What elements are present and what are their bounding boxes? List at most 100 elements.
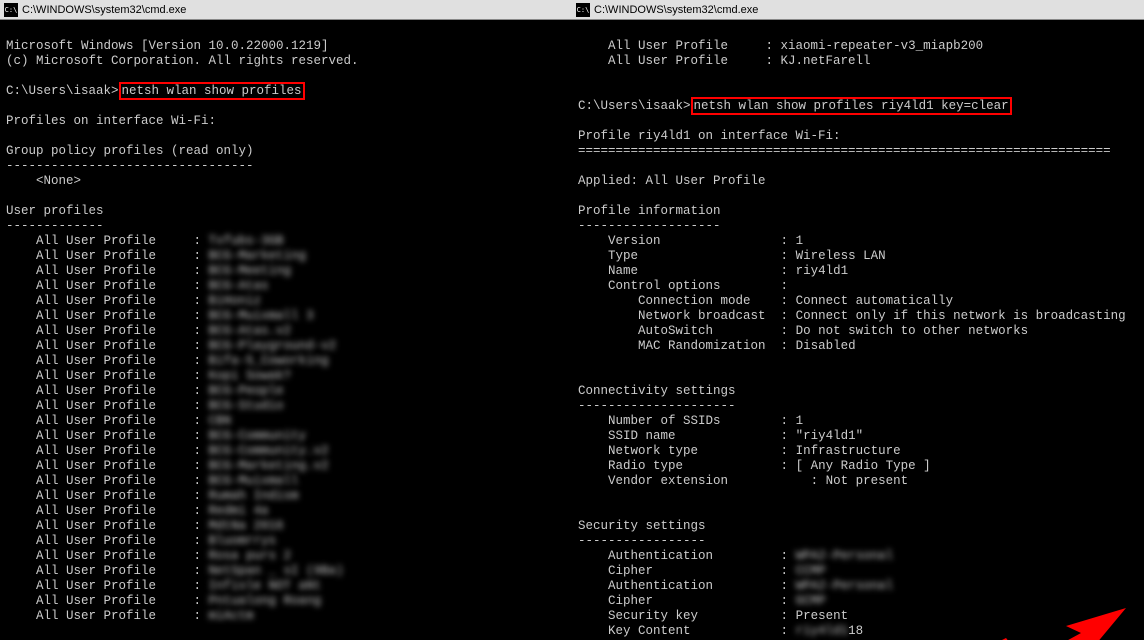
kv-value: 1 bbox=[796, 234, 804, 248]
kv-sep: : bbox=[781, 324, 796, 338]
kv-key: Radio type bbox=[578, 459, 781, 473]
profile-row: All User Profile : Infisle NOT aNt bbox=[6, 579, 566, 594]
kv-sep: : bbox=[781, 594, 796, 608]
kv-sep: : bbox=[781, 549, 796, 563]
win-version: Microsoft Windows [Version 10.0.22000.12… bbox=[6, 39, 329, 53]
profile-label: All User Profile : bbox=[6, 489, 209, 503]
kv-value-suffix: 18 bbox=[848, 624, 863, 638]
profile-row: All User Profile : Pntualong Roang bbox=[6, 594, 566, 609]
dash-line: --------------------------------- bbox=[6, 159, 254, 173]
kv-sep: : bbox=[781, 264, 796, 278]
kv-sep: : bbox=[781, 564, 796, 578]
kv-key: Version bbox=[578, 234, 781, 248]
section-header: Connectivity settings bbox=[578, 384, 736, 398]
profile-row: All User Profile : BCG-Marketing.v2 bbox=[6, 459, 566, 474]
command-highlight-right: netsh wlan show profiles riy4ld1 key=cle… bbox=[691, 97, 1012, 115]
profile-value: BCG-Studio bbox=[209, 399, 284, 414]
profile-value: BCG-Playground-v2 bbox=[209, 339, 337, 354]
terminal-right[interactable]: All User Profile : xiaomi-repeater-v3_mi… bbox=[572, 20, 1144, 640]
profile-value: xiaomi-repeater-v3_miapb200 bbox=[781, 39, 984, 53]
kv-sep: : bbox=[781, 414, 796, 428]
profile-row: All User Profile : Bifa-5_Coworking bbox=[6, 354, 566, 369]
profile-label: All User Profile : bbox=[6, 309, 209, 323]
kv-row: Control options : bbox=[578, 279, 1138, 294]
profile-value: KJ.netFarell bbox=[781, 54, 871, 68]
kv-value: [ Any Radio Type ] bbox=[796, 459, 931, 473]
profile-row: All User Profile : CBN bbox=[6, 414, 566, 429]
profile-value: NetSpan _ sI (9Ba) bbox=[209, 564, 344, 579]
command-highlight-left: netsh wlan show profiles bbox=[119, 82, 305, 100]
profile-row: All User Profile : Txfubs-3GB bbox=[6, 234, 566, 249]
dash-line: ------------------- bbox=[578, 219, 721, 233]
cmd-window-right: C:\ C:\WINDOWS\system32\cmd.exe All User… bbox=[572, 0, 1144, 640]
profile-value: Rumah Indism bbox=[209, 489, 299, 504]
profile-label: All User Profile : bbox=[6, 444, 209, 458]
profile-label: All User Profile : bbox=[6, 249, 209, 263]
prompt: C:\Users\isaak> bbox=[578, 99, 691, 113]
profile-label: All User Profile : bbox=[6, 339, 209, 353]
titlebar-left[interactable]: C:\ C:\WINDOWS\system32\cmd.exe bbox=[0, 0, 572, 20]
applied-line: Applied: All User Profile bbox=[578, 174, 766, 188]
profile-value: Infisle NOT aNt bbox=[209, 579, 322, 594]
profile-row: All User Profile : BCG-Community bbox=[6, 429, 566, 444]
kv-row: Version : 1 bbox=[578, 234, 1138, 249]
profile-row: All User Profile : BCG-Muixmall 3 bbox=[6, 309, 566, 324]
dash-line: ------------- bbox=[6, 219, 104, 233]
kv-row: Network type : Infrastructure bbox=[578, 444, 1138, 459]
kv-key: SSID name bbox=[578, 429, 781, 443]
profile-row: All User Profile : BCG-Muixmall bbox=[6, 474, 566, 489]
profile-value: BCG-Community.v2 bbox=[209, 444, 329, 459]
profile-label: All User Profile : bbox=[6, 294, 209, 308]
kv-row: Type : Wireless LAN bbox=[578, 249, 1138, 264]
kv-row: Radio type : [ Any Radio Type ] bbox=[578, 459, 1138, 474]
kv-row: Name : riy4ld1 bbox=[578, 264, 1138, 279]
kv-value: Infrastructure bbox=[796, 444, 901, 458]
profile-label: All User Profile : bbox=[6, 534, 209, 548]
cmd-window-left: C:\ C:\WINDOWS\system32\cmd.exe Microsof… bbox=[0, 0, 572, 640]
kv-key: Network broadcast bbox=[578, 309, 781, 323]
profile-row: All User Profile : NetSpan _ sI (9Ba) bbox=[6, 564, 566, 579]
kv-sep: : bbox=[781, 339, 796, 353]
kv-row: Number of SSIDs : 1 bbox=[578, 414, 1138, 429]
profile-row: All User Profile : miActm bbox=[6, 609, 566, 624]
profile-list: All User Profile : Txfubs-3GB All User P… bbox=[6, 234, 566, 624]
kv-row: Security key : Present bbox=[578, 609, 1138, 624]
profile-value: BCG-Marketing.v2 bbox=[209, 459, 329, 474]
profile-label: All User Profile : bbox=[6, 579, 209, 593]
profile-row: All User Profile : Rumah Indism bbox=[6, 489, 566, 504]
kv-value: WPA2-Personal bbox=[796, 549, 894, 564]
kv-row: SSID name : "riy4ld1" bbox=[578, 429, 1138, 444]
profile-label: All User Profile : bbox=[6, 459, 209, 473]
kv-value: WPA2-Personal bbox=[796, 579, 894, 594]
kv-sep: : bbox=[781, 459, 796, 473]
kv-key: Authentication bbox=[578, 579, 781, 593]
profile-label: All User Profile : bbox=[6, 474, 209, 488]
profile-value: miActm bbox=[209, 609, 254, 624]
kv-key: Authentication bbox=[578, 549, 781, 563]
profile-row: All User Profile : BCG-Meeting bbox=[6, 264, 566, 279]
titlebar-right[interactable]: C:\ C:\WINDOWS\system32\cmd.exe bbox=[572, 0, 1144, 20]
profile-label: All User Profile : bbox=[6, 519, 209, 533]
terminal-left[interactable]: Microsoft Windows [Version 10.0.22000.12… bbox=[0, 20, 572, 640]
profile-label: All User Profile : bbox=[6, 324, 209, 338]
kv-sep: : bbox=[781, 429, 796, 443]
kv-key: Network type bbox=[578, 444, 781, 458]
copyright: (c) Microsoft Corporation. All rights re… bbox=[6, 54, 359, 68]
profile-row: All User Profile : BCG-People bbox=[6, 384, 566, 399]
profile-value: Bluomrrys bbox=[209, 534, 277, 549]
kv-row: Cipher : GCMP bbox=[578, 594, 1138, 609]
profile-value: CBN bbox=[209, 414, 232, 429]
cmd-icon: C:\ bbox=[4, 3, 18, 17]
connectivity-block: Number of SSIDs : 1 SSID name : "riy4ld1… bbox=[578, 414, 1138, 489]
group-policy-header: Group policy profiles (read only) bbox=[6, 144, 254, 158]
profile-value: BCG-Atas bbox=[209, 279, 269, 294]
kv-value: riy4ld1 bbox=[796, 624, 849, 639]
profile-value: Txfubs-3GB bbox=[209, 234, 284, 249]
kv-sep: : bbox=[781, 309, 796, 323]
profile-value: BCG-Marketing bbox=[209, 249, 307, 264]
cmd-icon: C:\ bbox=[576, 3, 590, 17]
command-text: netsh wlan show profiles bbox=[122, 84, 302, 98]
profile-value: BCG-People bbox=[209, 384, 284, 399]
titlebar-text-left: C:\WINDOWS\system32\cmd.exe bbox=[22, 4, 186, 16]
kv-key: Control options bbox=[578, 279, 781, 293]
